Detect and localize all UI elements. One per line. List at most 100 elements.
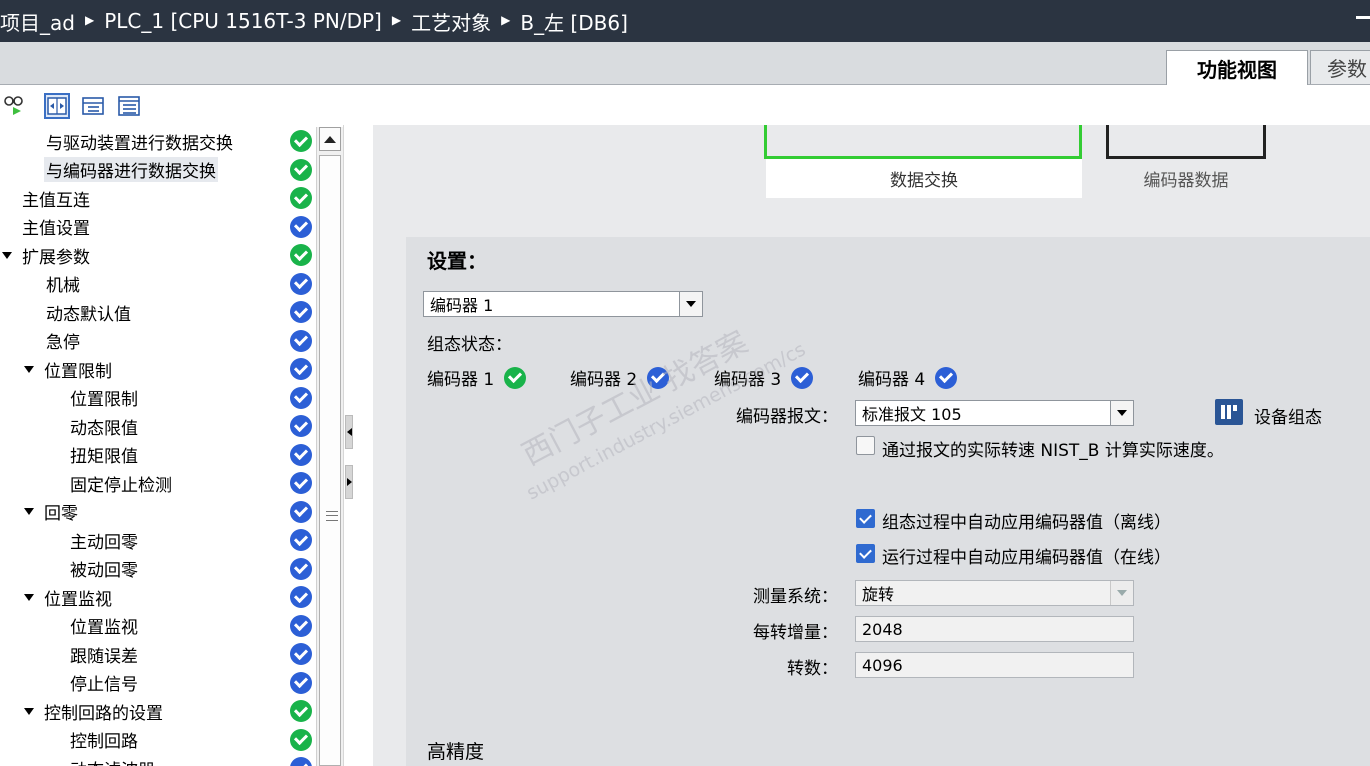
nav-item[interactable]: 机械 [0, 270, 290, 298]
checkmark-icon [859, 545, 872, 559]
breadcrumb-db[interactable]: B_左 [DB6] [520, 7, 628, 36]
nist-checkbox[interactable] [856, 436, 875, 455]
expand-right-button[interactable] [345, 465, 353, 499]
nav-item[interactable]: 位置监视 [0, 612, 290, 640]
nav-item[interactable]: 被动回零 [0, 555, 290, 583]
nav-item-label: 停止信号 [70, 675, 138, 695]
status-ok-icon [290, 586, 312, 608]
functional-view-content: 数据交换 编码器数据 设置： 编码器 1 组态状态： 编码器 1 编码器 2 编… [373, 125, 1370, 766]
expand-triangle-icon[interactable] [2, 251, 12, 259]
auto-apply-online-label: 运行过程中自动应用编码器值（在线） [882, 548, 1171, 568]
status-ok-icon [290, 415, 312, 437]
nav-item[interactable]: 位置监视 [0, 583, 290, 611]
status-ok-icon [791, 366, 814, 389]
nav-item[interactable]: 跟随误差 [0, 640, 290, 668]
dropdown-arrow-icon[interactable] [1110, 401, 1133, 425]
status-ok-icon [290, 700, 312, 722]
nav-item[interactable]: 控制回路的设置 [0, 697, 290, 725]
nav-item[interactable]: 停止信号 [0, 669, 290, 697]
tab-parameter-view[interactable]: 参数 [1310, 50, 1370, 84]
telegram-select[interactable]: 标准报文 105 [855, 400, 1134, 426]
nav-item[interactable]: 位置限制 [0, 384, 290, 412]
nav-item-label: 位置监视 [70, 618, 138, 638]
status-ok-icon [290, 643, 312, 665]
collapse-tree-icon[interactable] [80, 93, 106, 119]
expand-triangle-icon[interactable] [24, 365, 34, 373]
status-ok-icon [290, 187, 312, 209]
device-configuration-icon[interactable] [1215, 399, 1243, 425]
arrow-right-icon [346, 478, 352, 486]
scroll-thumb[interactable] [319, 155, 341, 766]
increments-field: 2048 [855, 616, 1134, 642]
dropdown-arrow-icon[interactable] [679, 292, 702, 316]
encoder-4-status: 编码器 4 [858, 365, 958, 390]
online-monitor-icon[interactable] [2, 93, 28, 119]
nav-item[interactable]: 与编码器进行数据交换 [0, 156, 290, 184]
nav-item[interactable]: 动态滤波器 [0, 754, 290, 766]
nav-item-label: 扩展参数 [22, 247, 90, 268]
minimize-icon[interactable] [1356, 16, 1370, 19]
status-ok-icon [290, 158, 312, 181]
nav-item-label: 急停 [46, 333, 80, 353]
breadcrumb-plc[interactable]: PLC_1 [CPU 1516T-3 PN/DP] [104, 9, 382, 33]
breadcrumb-separator-icon: ▶ [501, 13, 511, 27]
grip-icon [326, 511, 338, 521]
nav-item-label: 主值互连 [22, 190, 90, 211]
view-tab-bar: 功能视图 参数 [0, 42, 1370, 85]
nav-item[interactable]: 与驱动装置进行数据交换 [0, 127, 290, 155]
breadcrumb-separator-icon: ▶ [391, 13, 402, 27]
nav-item[interactable]: 主值互连 [0, 184, 290, 212]
navigation-toolbar [0, 85, 1370, 125]
nav-item[interactable]: 主值设置 [0, 213, 290, 241]
expand-triangle-icon[interactable] [24, 593, 34, 601]
breadcrumb-project[interactable]: 项目_ad [0, 7, 75, 36]
nav-item[interactable]: 动态限值 [0, 412, 290, 440]
nav-item[interactable]: 主动回零 [0, 526, 290, 554]
collapse-left-button[interactable] [345, 415, 353, 449]
status-ok-icon [290, 728, 312, 751]
expand-all-icon[interactable] [44, 93, 70, 119]
encoder-1-status: 编码器 1 [427, 365, 527, 390]
nav-item[interactable]: 控制回路 [0, 726, 290, 754]
device-configuration-link[interactable]: 设备组态 [1254, 403, 1322, 428]
nav-item[interactable]: 扭矩限值 [0, 441, 290, 469]
encoder-data-bracket [1106, 125, 1266, 159]
auto-apply-online-checkbox[interactable] [856, 544, 875, 563]
nav-item[interactable]: 急停 [0, 327, 290, 355]
tree-structure-icon[interactable] [116, 93, 142, 119]
scroll-up-button[interactable] [319, 127, 341, 151]
expand-triangle-icon[interactable] [24, 707, 34, 715]
breadcrumb-technology-objects[interactable]: 工艺对象 [411, 7, 491, 36]
diagram-data-exchange[interactable]: 数据交换 [766, 159, 1082, 198]
tab-functional-view[interactable]: 功能视图 [1166, 50, 1308, 85]
chevron-up-icon [324, 135, 336, 143]
nav-item-label: 位置限制 [70, 390, 138, 410]
encoder-select[interactable]: 编码器 1 [423, 291, 703, 317]
expand-triangle-icon[interactable] [24, 508, 34, 515]
breadcrumb: 项目_ad ▶ PLC_1 [CPU 1516T-3 PN/DP] ▶ 工艺对象… [0, 0, 1370, 42]
status-ok-icon [290, 472, 312, 494]
revolutions-label: 转数： [787, 659, 838, 679]
status-ok-icon [647, 366, 670, 389]
navigation-scrollbar[interactable] [316, 127, 343, 766]
status-ok-icon [290, 301, 312, 323]
nav-item-label: 位置监视 [44, 589, 112, 610]
settings-heading: 设置： [427, 249, 487, 273]
encoder-select-value: 编码器 1 [430, 296, 494, 315]
nav-item[interactable]: 固定停止检测 [0, 469, 290, 497]
nav-item[interactable]: 位置限制 [0, 355, 290, 383]
nav-item-label: 主值设置 [22, 219, 90, 239]
status-ok-icon [290, 386, 312, 409]
status-ok-icon [290, 614, 312, 637]
diagram-encoder-data[interactable]: 编码器数据 [1106, 161, 1266, 195]
nav-item[interactable]: 回零 [0, 498, 290, 526]
nav-item-label: 与编码器进行数据交换 [44, 157, 218, 182]
nav-item-label: 固定停止检测 [70, 475, 172, 496]
nav-item-label: 动态限值 [70, 418, 138, 439]
status-ok-icon [290, 358, 312, 380]
nav-item[interactable]: 动态默认值 [0, 298, 290, 326]
auto-apply-offline-checkbox[interactable] [856, 509, 875, 528]
status-ok-icon [290, 130, 312, 152]
nav-item[interactable]: 扩展参数 [0, 241, 290, 269]
nav-item-label: 位置限制 [44, 361, 112, 382]
